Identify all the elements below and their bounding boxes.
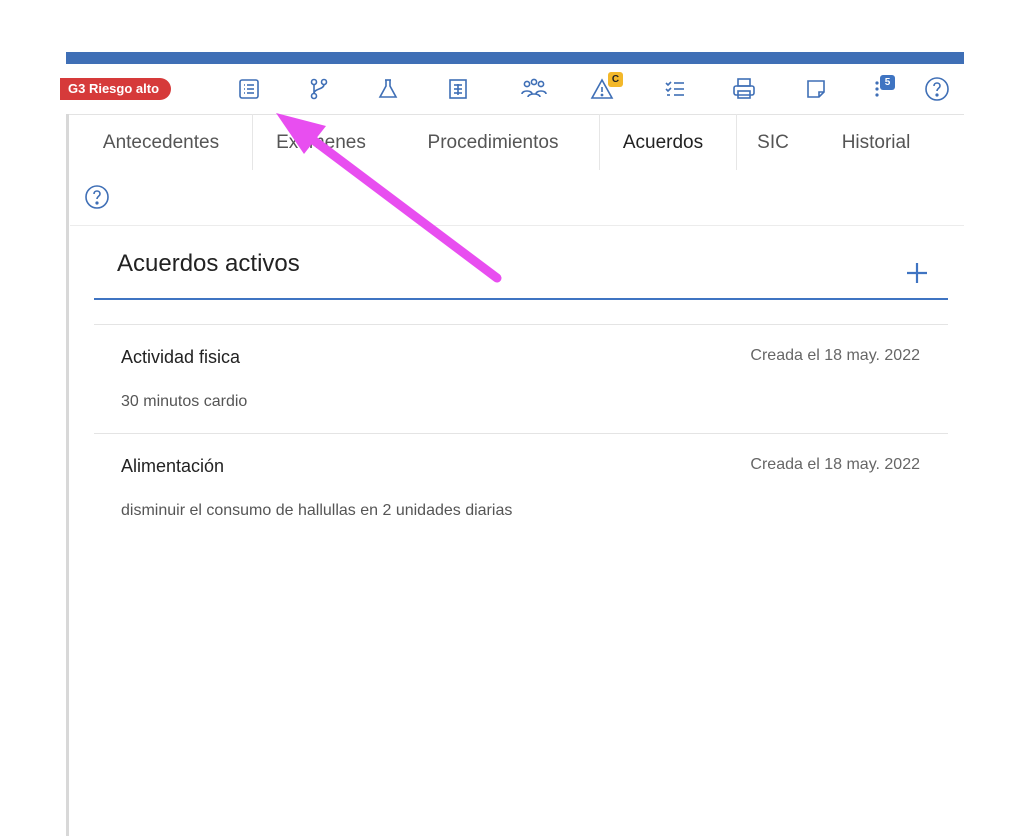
annotation-arrow	[276, 113, 502, 283]
